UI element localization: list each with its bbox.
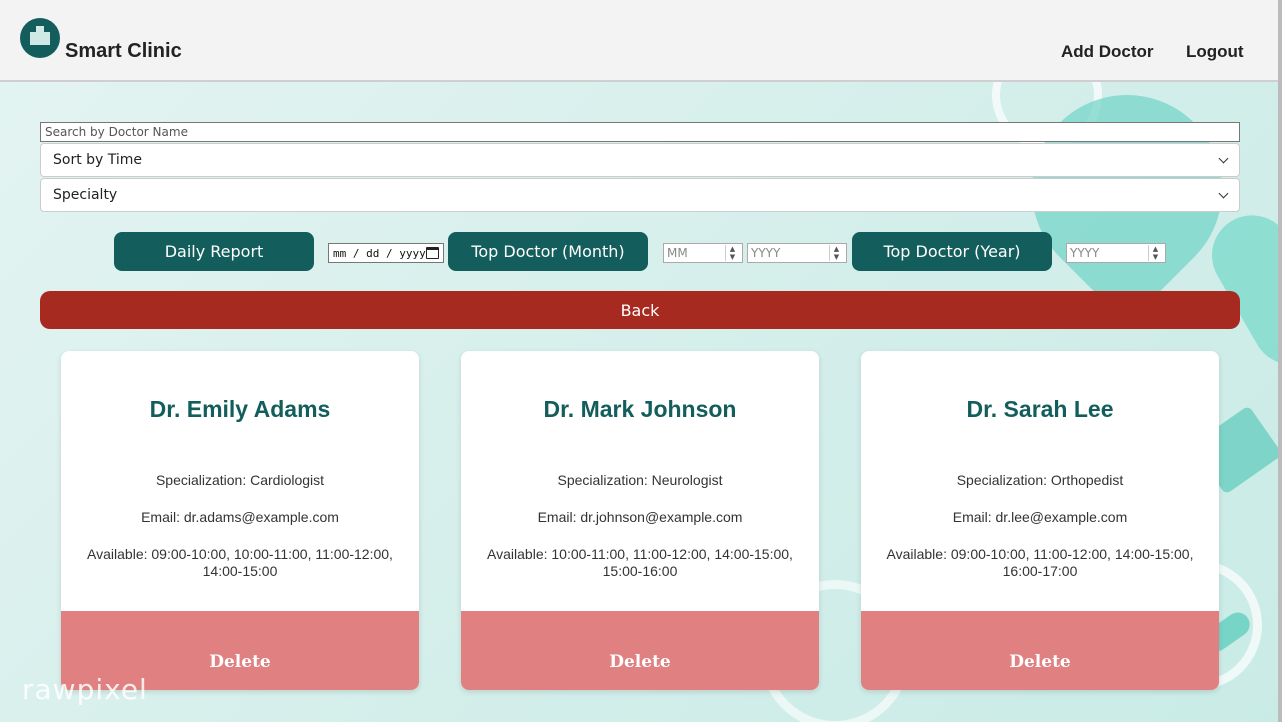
sort-select[interactable]: Sort by Time [40,143,1240,177]
delete-doctor-button[interactable]: Delete [861,611,1219,690]
sort-select-value: Sort by Time [53,152,143,168]
year-input[interactable]: YYYY ▲ ▼ [1066,243,1166,263]
page: Smart Clinic Add Doctor Logout Sort by T… [0,0,1282,722]
doctor-availability: Available: 09:00-10:00, 11:00-12:00, 14:… [886,546,1194,579]
back-button[interactable]: Back [40,291,1240,329]
specialty-select-value: Specialty [53,187,118,203]
chevron-down-icon [1218,188,1229,198]
doctor-card: Dr. Mark Johnson Specialization: Neurolo… [461,351,819,690]
report-date-input[interactable]: mm / dd / yyyy [328,243,444,263]
daily-report-button[interactable]: Daily Report [114,232,314,271]
doctor-name: Dr. Sarah Lee [966,396,1114,422]
doctor-specialization: Specialization: Neurologist [557,472,723,488]
month-year-placeholder: YYYY [751,246,781,260]
top-doctor-year-button[interactable]: Top Doctor (Year) [852,232,1052,271]
page-scrollbar[interactable] [1278,0,1282,722]
spinner-icon[interactable]: ▲ ▼ [829,245,843,261]
top-header: Smart Clinic Add Doctor Logout [0,0,1282,82]
brand-title: Smart Clinic [65,40,182,62]
watermark-text: rawpixel [22,673,148,706]
doctor-specialization: Specialization: Cardiologist [155,472,325,488]
month-placeholder: MM [667,246,688,260]
clinic-logo-icon[interactable] [20,18,60,58]
month-year-input[interactable]: YYYY ▲ ▼ [747,243,847,263]
specialty-select[interactable]: Specialty [40,178,1240,212]
doctor-card: Dr. Emily Adams Specialization: Cardiolo… [61,351,419,690]
calendar-icon[interactable] [426,247,439,259]
doctor-specialization: Specialization: Orthopedist [956,472,1124,488]
doctor-availability: Available: 09:00-10:00, 10:00-11:00, 11:… [87,546,393,579]
delete-doctor-button[interactable]: Delete [461,611,819,690]
doctor-email: Email: dr.johnson@example.com [537,509,743,525]
spinner-icon[interactable]: ▲ ▼ [1148,245,1162,261]
doctor-availability: Available: 10:00-11:00, 11:00-12:00, 14:… [487,546,793,579]
hospital-building-icon [30,25,50,45]
doctor-name: Dr. Emily Adams [149,396,331,422]
doctor-email: Email: dr.adams@example.com [141,509,339,525]
date-placeholder: mm / dd / yyyy [333,246,426,260]
year-placeholder: YYYY [1070,246,1100,260]
search-input[interactable] [40,122,1240,142]
top-doctor-month-button[interactable]: Top Doctor (Month) [448,232,648,271]
month-input[interactable]: MM ▲ ▼ [663,243,743,263]
add-doctor-link[interactable]: Add Doctor [1061,42,1154,62]
doctor-card: Dr. Sarah Lee Specialization: Orthopedis… [861,351,1219,690]
spinner-icon[interactable]: ▲ ▼ [725,245,739,261]
doctor-email: Email: dr.lee@example.com [952,509,1128,525]
logout-link[interactable]: Logout [1186,42,1244,62]
doctor-name: Dr. Mark Johnson [543,396,737,422]
chevron-down-icon [1218,153,1229,163]
